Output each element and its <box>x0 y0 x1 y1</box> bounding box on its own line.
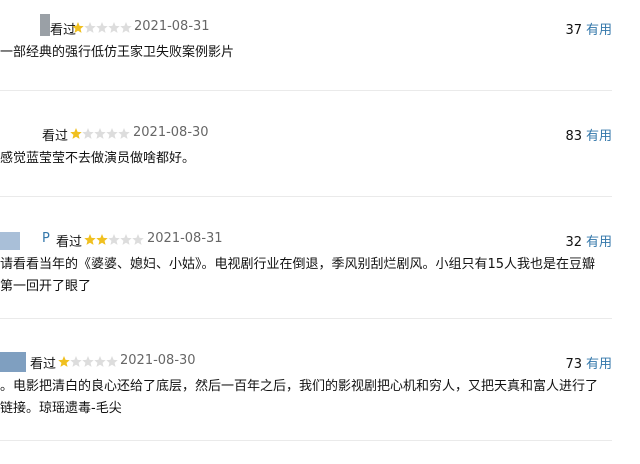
star-empty-icon <box>106 356 118 367</box>
vote-number: 73 <box>565 357 582 372</box>
star-empty-icon <box>106 128 118 139</box>
review-content-line: 。电影把清白的良心还给了底层，然后一百年之后，我们的影视剧把心机和穷人，又把天真… <box>0 379 599 394</box>
useful-button[interactable]: 有用 <box>586 357 612 372</box>
review-item: 看过 2021-08-31 37 有用 一部经典的强行低仿王家卫失败案例影片 <box>0 14 612 88</box>
review-content-line: 链接。琼瑶遗毒-毛尖 <box>0 401 122 416</box>
star-filled-icon <box>84 234 96 245</box>
review-date: 2021-08-30 <box>120 353 196 368</box>
star-filled-icon <box>96 234 108 245</box>
review-content-line: 请看看当年的《婆婆、媳妇、小姑》。电视剧行业在倒退，季风别刮烂剧风。小组只有15… <box>0 257 596 272</box>
review-meta: P 看过 2021-08-31 32 有用 <box>0 230 612 250</box>
watched-label: 看过 <box>30 357 57 372</box>
vote-number: 37 <box>565 23 582 38</box>
vote-count: 32 有用 <box>565 231 612 250</box>
review-content: 请看看当年的《婆婆、媳妇、小姑》。电视剧行业在倒退，季风别刮烂剧风。小组只有15… <box>0 254 612 298</box>
vote-count: 37 有用 <box>565 19 612 38</box>
star-empty-icon <box>118 128 130 139</box>
star-empty-icon <box>94 356 106 367</box>
watched-label: 看过 <box>42 129 69 144</box>
review-meta: 看过 2021-08-30 73 有用 <box>0 352 612 372</box>
avatar[interactable] <box>40 14 50 36</box>
review-content: 一部经典的强行低仿王家卫失败案例影片 <box>0 45 235 60</box>
divider <box>0 196 612 197</box>
review-content: 感觉蓝莹莹不去做演员做啥都好。 <box>0 151 196 166</box>
review-content: 。电影把清白的良心还给了底层，然后一百年之后，我们的影视剧把心机和穷人，又把天真… <box>0 376 612 420</box>
star-empty-icon <box>108 234 120 245</box>
useful-button[interactable]: 有用 <box>586 235 612 250</box>
star-empty-icon <box>132 234 144 245</box>
rating-stars <box>84 234 144 245</box>
useful-button[interactable]: 有用 <box>586 129 612 144</box>
vote-count: 73 有用 <box>565 353 612 372</box>
review-date: 2021-08-31 <box>147 231 223 246</box>
vote-number: 32 <box>565 235 582 250</box>
divider <box>0 90 612 91</box>
username[interactable]: P <box>42 231 50 246</box>
rating-stars <box>58 356 118 367</box>
review-date: 2021-08-30 <box>133 125 209 140</box>
star-filled-icon <box>72 22 84 33</box>
avatar[interactable] <box>0 232 20 250</box>
review-content-line: 第一回开了眼了 <box>0 279 92 294</box>
vote-number: 83 <box>565 129 582 144</box>
review-item: P 看过 2021-08-31 32 有用 请看看当年的《婆婆、媳妇、小姑》。电视… <box>0 230 612 310</box>
review-meta: 看过 2021-08-31 37 有用 <box>0 14 612 38</box>
star-filled-icon <box>70 128 82 139</box>
star-empty-icon <box>70 356 82 367</box>
star-filled-icon <box>58 356 70 367</box>
avatar[interactable] <box>0 352 26 372</box>
star-empty-icon <box>84 22 96 33</box>
star-empty-icon <box>120 22 132 33</box>
star-empty-icon <box>82 356 94 367</box>
rating-stars <box>72 22 132 33</box>
star-empty-icon <box>94 128 106 139</box>
divider <box>0 440 612 441</box>
review-date: 2021-08-31 <box>134 19 210 34</box>
review-item: 看过 2021-08-30 73 有用 。电影把清白的良心还给了底层，然后一百年之… <box>0 352 612 432</box>
rating-stars <box>70 128 130 139</box>
star-empty-icon <box>120 234 132 245</box>
vote-count: 83 有用 <box>565 125 612 144</box>
star-empty-icon <box>82 128 94 139</box>
review-meta: 看过 2021-08-30 83 有用 <box>0 124 612 144</box>
useful-button[interactable]: 有用 <box>586 23 612 38</box>
review-item: 看过 2021-08-30 83 有用 感觉蓝莹莹不去做演员做啥都好。 <box>0 124 612 194</box>
star-empty-icon <box>96 22 108 33</box>
star-empty-icon <box>108 22 120 33</box>
divider <box>0 318 612 319</box>
watched-label: 看过 <box>56 235 83 250</box>
